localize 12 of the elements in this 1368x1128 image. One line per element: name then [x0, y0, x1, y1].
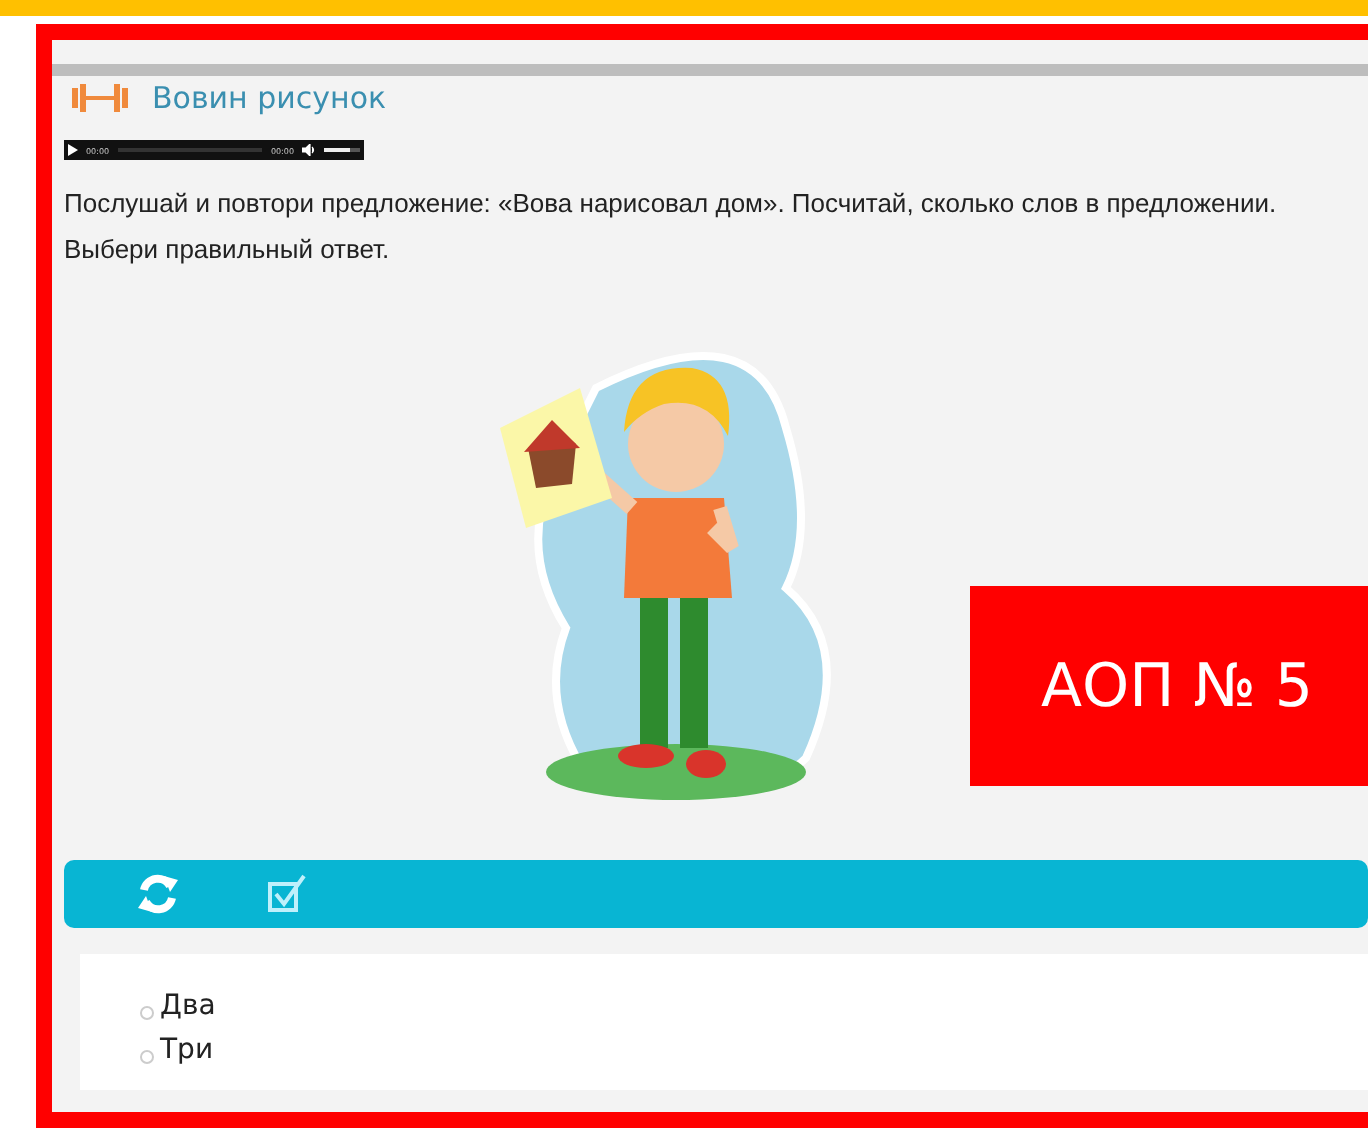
check-icon[interactable] [268, 874, 308, 914]
option-label[interactable]: Три [160, 1034, 214, 1066]
exercise-title: Вовин рисунок [152, 80, 387, 116]
radio-button[interactable] [140, 1049, 154, 1063]
volume-icon[interactable] [302, 144, 316, 156]
dumbbell-icon [72, 84, 128, 112]
slide-badge: АОП № 5 [970, 586, 1368, 786]
option-label[interactable]: Два [160, 990, 216, 1022]
refresh-icon[interactable] [136, 872, 180, 916]
question-text: Послушай и повтори предложение: «Вова нарисовал дом». Посчитай, сколько слов в предложении. Выбери правильный ответ. [64, 186, 1279, 268]
radio-button[interactable] [140, 1005, 154, 1019]
play-icon[interactable] [68, 144, 78, 156]
